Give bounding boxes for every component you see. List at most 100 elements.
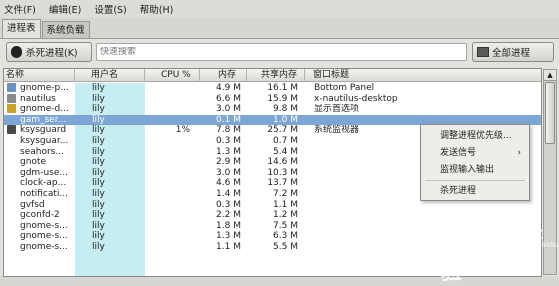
table-row[interactable]: nautilus lily 6.6 M 15.9 M x-nautilus-deskto… xyxy=(4,93,541,105)
process-name: gdm-use... xyxy=(20,167,68,178)
process-filter-select[interactable]: 全部进程 xyxy=(472,42,554,62)
process-shared-memory: 13.7 M xyxy=(267,178,298,189)
process-window-title: 显示首选项 xyxy=(314,104,360,115)
menu-edit[interactable]: 编辑(E) xyxy=(49,2,81,16)
table-row[interactable]: gnome-d... lily 3.0 M 9.8 M 显示首选项 xyxy=(4,104,541,115)
search-input[interactable] xyxy=(100,47,466,57)
scrollbar-thumb[interactable] xyxy=(545,82,555,144)
process-user: lily xyxy=(92,241,105,252)
process-name: gam_ser... xyxy=(20,114,67,125)
process-user: lily xyxy=(92,231,105,242)
process-name: gnome-p... xyxy=(20,83,69,93)
process-shared-memory: 9.8 M xyxy=(273,104,298,115)
process-shared-memory: 1.0 M xyxy=(273,114,298,125)
table-row[interactable]: gnome-p... lily 4.9 M 16.1 M Bottom Panel xyxy=(4,83,541,94)
process-name: seahors... xyxy=(20,146,64,157)
monitor-icon xyxy=(7,125,16,135)
process-user: lily xyxy=(92,135,105,146)
process-user: lily xyxy=(92,157,105,168)
column-header-name[interactable]: 名称 xyxy=(4,69,75,82)
menu-item-monitor-io[interactable]: 监视输入输出 xyxy=(421,163,529,177)
process-user: lily xyxy=(92,178,105,189)
process-shared-memory: 5.4 M xyxy=(273,146,298,157)
process-shared-memory: 6.3 M xyxy=(273,231,298,242)
process-user: lily xyxy=(92,83,105,93)
process-memory: 1.1 M xyxy=(216,241,241,252)
process-user: lily xyxy=(92,114,105,125)
process-memory: 1.4 M xyxy=(216,188,241,199)
tab-bar: 进程表 系统负载 xyxy=(2,19,91,39)
process-user: lily xyxy=(92,104,105,115)
table-row[interactable]: gconfd-2 lily 2.2 M 1.2 M xyxy=(4,210,541,221)
process-shared-memory: 1.1 M xyxy=(273,199,298,210)
watermark-url: jingyan.baidu.com xyxy=(504,240,559,249)
files-icon xyxy=(7,93,16,103)
process-window-title: Bottom Panel xyxy=(314,83,375,93)
menu-item-kill-process[interactable]: 杀死进程 xyxy=(421,184,529,198)
process-memory: 0.3 M xyxy=(216,199,241,210)
process-user: lily xyxy=(92,93,105,104)
column-header-memory[interactable]: 内存 xyxy=(200,69,247,82)
process-memory: 4.6 M xyxy=(216,178,241,189)
tab-system-load[interactable]: 系统负载 xyxy=(41,21,90,39)
process-name: gnome-s... xyxy=(20,231,68,242)
menu-help[interactable]: 帮助(H) xyxy=(140,2,174,16)
process-memory: 1.8 M xyxy=(216,220,241,231)
process-memory: 4.9 M xyxy=(216,83,241,93)
process-shared-memory: 7.5 M xyxy=(273,220,298,231)
process-window-title: x-nautilus-desktop xyxy=(314,93,398,104)
column-header-shared-memory[interactable]: 共享内存 xyxy=(247,69,305,82)
process-shared-memory: 16.1 M xyxy=(267,83,298,93)
process-user: lily xyxy=(92,167,105,178)
process-shared-memory: 25.7 M xyxy=(267,125,298,136)
process-name: gvfsd xyxy=(20,199,45,210)
display-icon xyxy=(7,104,16,114)
process-memory: 1.3 M xyxy=(216,146,241,157)
menu-item-send-signal[interactable]: 发送信号 › xyxy=(421,146,529,160)
watermark-logo: Baidu 经验 xyxy=(440,228,541,285)
process-memory: 3.0 M xyxy=(216,167,241,178)
process-memory: 7.8 M xyxy=(216,125,241,136)
process-shared-memory: 15.9 M xyxy=(267,93,298,104)
process-shared-memory: 0.7 M xyxy=(273,135,298,146)
process-memory: 0.1 M xyxy=(216,114,241,125)
menu-item-send-signal-label: 发送信号 xyxy=(440,148,477,158)
process-user: lily xyxy=(92,210,105,221)
process-name: gconfd-2 xyxy=(20,210,60,221)
process-memory: 1.3 M xyxy=(216,231,241,242)
panel-icon xyxy=(7,83,16,92)
menu-item-renice[interactable]: 调整进程优先级... xyxy=(421,129,529,143)
process-user: lily xyxy=(92,199,105,210)
kill-process-button[interactable]: 杀死进程(K) xyxy=(6,42,92,62)
kill-process-label: 杀死进程(K) xyxy=(26,48,78,59)
tab-processes[interactable]: 进程表 xyxy=(2,19,41,39)
monitor-icon xyxy=(477,47,489,57)
process-filter-label: 全部进程 xyxy=(492,48,531,59)
process-name: gnote xyxy=(20,157,46,168)
column-header-cpu[interactable]: CPU % xyxy=(145,69,200,82)
process-name: ksysguar... xyxy=(20,135,69,146)
process-shared-memory: 5.5 M xyxy=(273,241,298,252)
quick-search-field[interactable] xyxy=(96,43,467,61)
table-row[interactable]: gvfsd lily 0.3 M 1.1 M xyxy=(4,199,541,211)
menu-file[interactable]: 文件(F) xyxy=(4,2,36,16)
process-memory: 6.6 M xyxy=(216,93,241,104)
process-shared-memory: 14.6 M xyxy=(267,157,298,168)
menubar: 文件(F) 编辑(E) 设置(S) 帮助(H) xyxy=(0,0,559,18)
process-name: gnome-s... xyxy=(20,220,68,231)
bomb-icon xyxy=(11,46,22,58)
process-name: ksysguard xyxy=(20,125,67,136)
process-memory: 2.2 M xyxy=(216,210,241,221)
column-header-user[interactable]: 用户名 xyxy=(75,69,145,82)
process-name: clock-ap... xyxy=(20,178,67,189)
context-menu: 调整进程优先级... 发送信号 › 监视输入输出 杀死进程 xyxy=(420,124,530,201)
process-name: notificati... xyxy=(20,188,68,199)
process-user: lily xyxy=(92,188,105,199)
scroll-up-icon[interactable]: ▲ xyxy=(544,70,556,81)
column-header-window-title[interactable]: 窗口标题 xyxy=(305,69,541,82)
menu-settings[interactable]: 设置(S) xyxy=(94,2,126,16)
table-header: 名称 用户名 CPU % 内存 共享内存 窗口标题 xyxy=(4,69,541,82)
process-memory: 2.9 M xyxy=(216,157,241,168)
chevron-right-icon: › xyxy=(517,148,521,158)
process-cpu: 1% xyxy=(175,125,190,136)
